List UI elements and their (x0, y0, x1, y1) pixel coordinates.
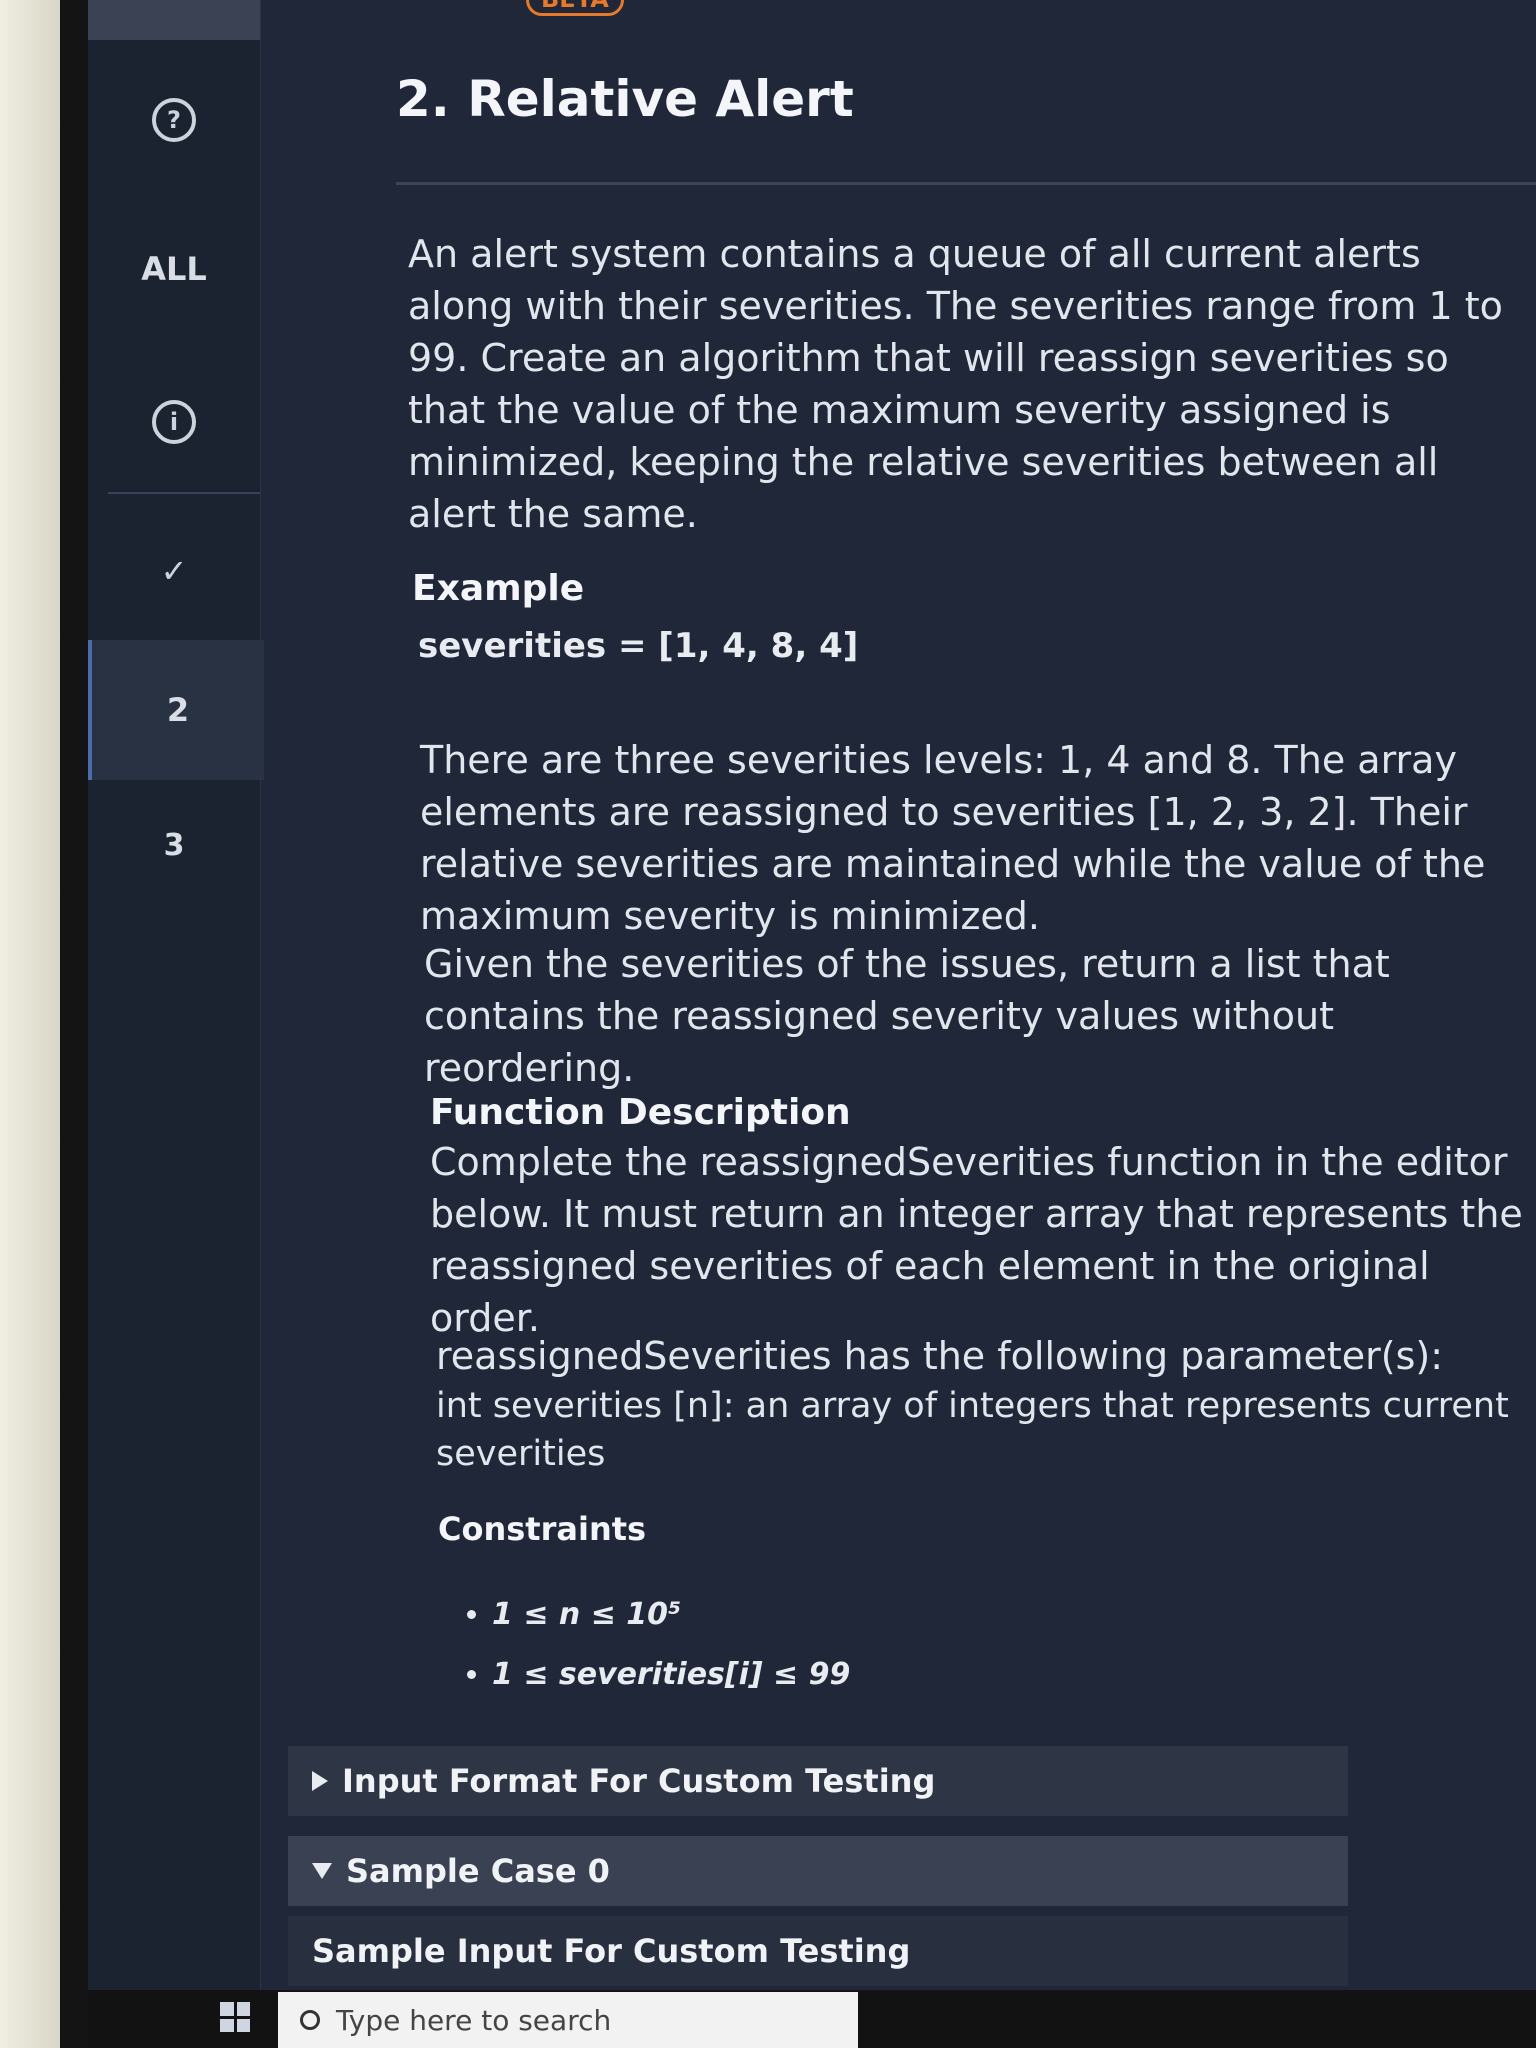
input-format-label: Input Format For Custom Testing (342, 1762, 936, 1800)
constraints-heading: Constraints (438, 1510, 647, 1548)
sidebar-all[interactable]: ALL (88, 250, 260, 288)
constraint-item: 1 ≤ severities[i] ≤ 99 (492, 1645, 850, 1705)
sidebar-top-tab[interactable] (88, 0, 260, 40)
sidebar-divider (108, 492, 260, 494)
example-value: severities = [1, 4, 8, 4] (418, 626, 859, 666)
expand-right-icon (312, 1771, 328, 1791)
check-icon: ✓ (160, 552, 188, 590)
info-icon: i (152, 400, 196, 444)
windows-taskbar: Type here to search (88, 1990, 1536, 2048)
windows-start-icon[interactable] (220, 2002, 250, 2032)
info-button[interactable]: i (88, 400, 260, 444)
sample-input-label: Sample Input For Custom Testing (312, 1932, 911, 1970)
parameter-detail: int severities [n]: an array of integers… (436, 1386, 1509, 1474)
taskbar-search-input[interactable]: Type here to search (278, 1992, 858, 2048)
problem-statement: BETA 2. Relative Alert An alert system c… (308, 0, 1536, 1990)
sidebar-item-label: 3 (163, 828, 185, 863)
sample-case-label: Sample Case 0 (346, 1852, 610, 1890)
question-sidebar: ? ALL i ✓ 2 3 (88, 0, 264, 1990)
help-icon: ? (152, 98, 196, 142)
example-heading: Example (412, 568, 585, 609)
screen: ? ALL i ✓ 2 3 BETA 2. Relative Alert An … (88, 0, 1536, 1990)
background-wall (0, 0, 60, 2048)
parameters-line: reassignedSeverities has the following p… (436, 1334, 1444, 1378)
search-placeholder: Type here to search (336, 2003, 612, 2037)
info-icon-top[interactable]: ? (88, 98, 260, 142)
search-icon (300, 2010, 320, 2030)
task-paragraph: Given the severities of the issues, retu… (424, 942, 1390, 1090)
collapse-down-icon (312, 1863, 332, 1879)
intro-paragraph: An alert system contains a queue of all … (408, 232, 1503, 536)
sample-case-toggle[interactable]: Sample Case 0 (288, 1836, 1348, 1906)
monitor-bezel (60, 0, 88, 2048)
page-title: 2. Relative Alert (396, 70, 854, 128)
sidebar-item-2[interactable]: 2 (88, 640, 264, 780)
title-divider (396, 182, 1536, 185)
input-format-toggle[interactable]: Input Format For Custom Testing (288, 1746, 1348, 1816)
sidebar-item-3[interactable]: 3 (88, 828, 260, 863)
constraints-list: 1 ≤ n ≤ 10⁵ 1 ≤ severities[i] ≤ 99 (468, 1585, 850, 1705)
function-description-heading: Function Description (430, 1092, 851, 1133)
beta-badge: BETA (526, 0, 624, 16)
sidebar-all-label: ALL (141, 250, 207, 288)
function-description-text: Complete the reassignedSeverities functi… (430, 1140, 1523, 1340)
sidebar-item-label: 2 (166, 691, 190, 729)
sample-input-heading: Sample Input For Custom Testing (288, 1916, 1348, 1986)
example-explanation: There are three severities levels: 1, 4 … (420, 738, 1486, 938)
constraint-item: 1 ≤ n ≤ 10⁵ (492, 1585, 850, 1645)
